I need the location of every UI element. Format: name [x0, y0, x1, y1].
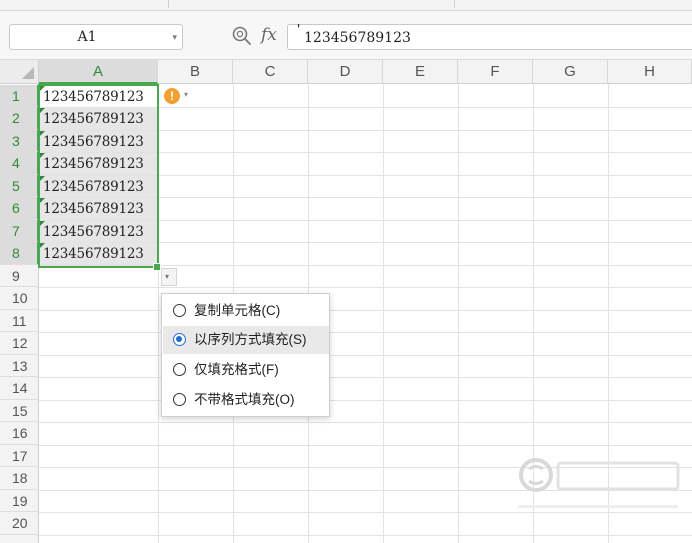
name-box[interactable]: A1 ▾ — [9, 24, 183, 50]
fill-handle[interactable] — [153, 263, 161, 271]
column-header-g[interactable]: G — [533, 60, 608, 84]
toolbar-divider — [454, 0, 455, 8]
grid-line — [39, 467, 692, 468]
grid-line — [39, 490, 692, 491]
radio-fill-formatting-only[interactable] — [173, 363, 186, 376]
row-header-11[interactable]: 11 — [0, 310, 39, 332]
menu-item-fill-formatting-only[interactable]: 仅填充格式(F) — [163, 356, 329, 384]
row-header-14[interactable]: 14 — [0, 377, 39, 400]
toolbar-divider — [168, 0, 169, 8]
row-header-1[interactable]: 1 — [0, 85, 39, 107]
error-check-button[interactable]: ! ▾ — [164, 88, 196, 104]
row-header-16[interactable]: 16 — [0, 422, 39, 445]
select-all-corner[interactable] — [0, 60, 39, 84]
chevron-down-icon: ▾ — [184, 90, 189, 99]
menu-item-label: 复制单元格(C) — [194, 303, 281, 318]
row-header-20[interactable]: 20 — [0, 512, 39, 535]
menu-item-label: 仅填充格式(F) — [194, 362, 279, 377]
column-header-c[interactable]: C — [233, 60, 308, 84]
spreadsheet-grid: A B C D E F G H 1 2 3 4 5 6 7 8 9 10 11 … — [0, 60, 692, 543]
autofill-options-button[interactable]: ▾ — [161, 268, 177, 286]
zoom-magnifier-icon[interactable] — [231, 25, 253, 47]
column-header-d[interactable]: D — [308, 60, 383, 84]
row-header-7[interactable]: 7 — [0, 220, 39, 242]
formula-input[interactable]: ' 123456789123 — [287, 22, 692, 50]
row-header-19[interactable]: 19 — [0, 490, 39, 512]
row-header-13[interactable]: 13 — [0, 355, 39, 377]
menu-item-fill-without-formatting[interactable]: 不带格式填充(O) — [163, 386, 329, 414]
grid-line — [39, 355, 692, 356]
warning-icon: ! — [164, 88, 180, 104]
grid-line — [39, 332, 692, 333]
row-header-5[interactable]: 5 — [0, 175, 39, 197]
row-header-12[interactable]: 12 — [0, 332, 39, 355]
formula-value: 123456789123 — [304, 30, 411, 46]
grid-line — [39, 310, 692, 311]
row-header-17[interactable]: 17 — [0, 445, 39, 467]
selection-border — [38, 84, 159, 268]
row-header-10[interactable]: 10 — [0, 287, 39, 310]
row-header-18[interactable]: 18 — [0, 467, 39, 490]
radio-fill-series[interactable] — [173, 333, 186, 346]
grid-line — [39, 400, 692, 401]
row-header-6[interactable]: 6 — [0, 197, 39, 220]
name-box-value: A1 — [77, 29, 97, 45]
row-header-2[interactable]: 2 — [0, 107, 39, 130]
column-header-h[interactable]: H — [608, 60, 692, 84]
grid-line — [39, 422, 692, 423]
grid-line — [39, 377, 692, 378]
radio-fill-without-formatting[interactable] — [173, 393, 186, 406]
grid-line — [39, 445, 692, 446]
menu-item-fill-series[interactable]: 以序列方式填充(S) — [163, 326, 329, 354]
top-toolbar-strip — [0, 0, 692, 11]
menu-item-label: 不带格式填充(O) — [194, 392, 295, 407]
chevron-down-icon[interactable]: ▾ — [172, 25, 177, 49]
formula-bar: A1 ▾ fx ' 123456789123 — [0, 11, 692, 60]
autofill-options-menu: 复制单元格(C) 以序列方式填充(S) 仅填充格式(F) 不带格式填充(O) — [161, 293, 330, 417]
row-header-4[interactable]: 4 — [0, 152, 39, 175]
text-prefix-apostrophe: ' — [297, 22, 301, 39]
column-header-f[interactable]: F — [458, 60, 533, 84]
column-header-e[interactable]: E — [383, 60, 458, 84]
menu-item-copy-cells[interactable]: 复制单元格(C) — [163, 297, 329, 325]
column-header-a[interactable]: A — [39, 60, 158, 84]
grid-line — [39, 535, 692, 536]
row-header-9[interactable]: 9 — [0, 265, 39, 287]
grid-line — [39, 287, 692, 288]
column-header-b[interactable]: B — [158, 60, 233, 84]
chevron-down-icon: ▾ — [165, 272, 170, 281]
radio-copy-cells[interactable] — [173, 304, 186, 317]
row-header-8[interactable]: 8 — [0, 242, 39, 265]
row-header-15[interactable]: 15 — [0, 400, 39, 422]
fx-function-icon[interactable]: fx — [261, 23, 277, 47]
grid-line — [39, 512, 692, 513]
row-header-3[interactable]: 3 — [0, 130, 39, 152]
menu-item-label: 以序列方式填充(S) — [194, 332, 307, 347]
row-header-21-partial — [0, 535, 39, 543]
